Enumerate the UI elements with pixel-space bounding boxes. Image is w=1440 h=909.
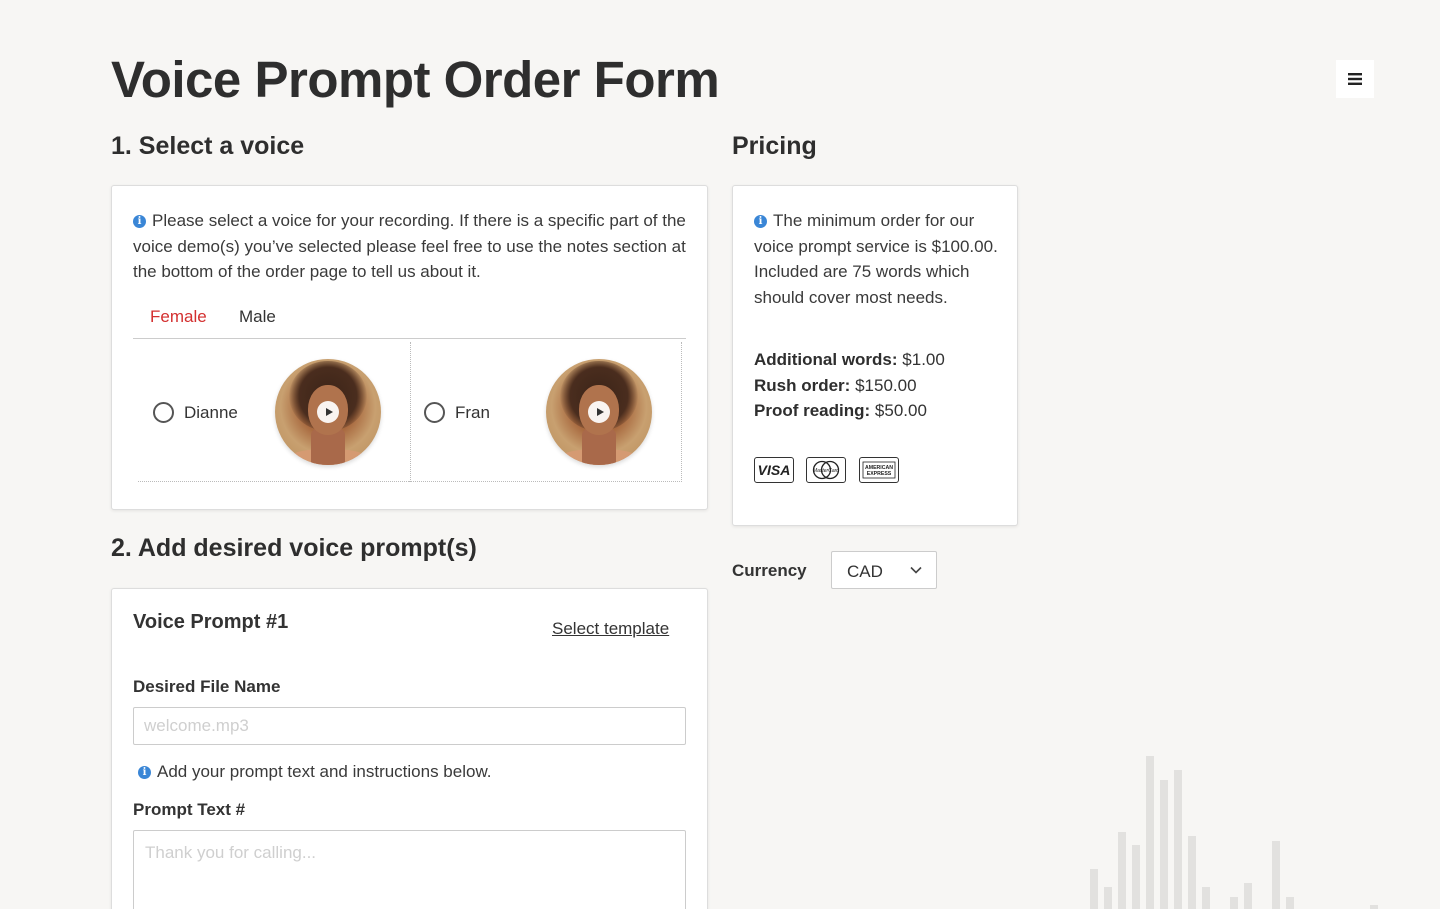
pricing-info-message: The minimum order for our voice prompt s… bbox=[754, 211, 998, 307]
file-name-input[interactable] bbox=[133, 707, 686, 745]
voice-radio-fran[interactable] bbox=[424, 402, 445, 423]
pricing-heading: Pricing bbox=[732, 132, 817, 160]
price-proof-reading: Proof reading: $50.00 bbox=[754, 401, 927, 420]
voice-name-dianne: Dianne bbox=[184, 403, 238, 422]
tab-female[interactable]: Female bbox=[150, 307, 207, 327]
voice-info-text: i Please select a voice for your recordin… bbox=[133, 208, 688, 285]
select-voice-card: i Please select a voice for your recordin… bbox=[111, 185, 708, 510]
page-title: Voice Prompt Order Form bbox=[111, 51, 720, 108]
waveform-decoration bbox=[1090, 756, 1378, 909]
chevron-down-icon bbox=[910, 566, 922, 574]
currency-label: Currency bbox=[732, 561, 807, 580]
pricing-info-text: i The minimum order for our voice prompt … bbox=[754, 208, 1004, 310]
american-express-icon: AMERICAN EXPRESS bbox=[859, 457, 899, 483]
voice-info-message: Please select a voice for your recording… bbox=[133, 211, 686, 281]
prompt-text-label: Prompt Text # bbox=[133, 800, 246, 819]
select-template-link[interactable]: Select template bbox=[552, 619, 669, 639]
info-icon: i bbox=[754, 215, 767, 228]
mastercard-icon: MasterCard bbox=[806, 457, 846, 483]
prompt-info-text: i Add your prompt text and instructions b… bbox=[138, 759, 492, 785]
tab-male[interactable]: Male bbox=[239, 307, 276, 327]
price-additional-words: Additional words: $1.00 bbox=[754, 350, 945, 369]
voice-option-fran[interactable]: Fran bbox=[409, 342, 682, 482]
pricing-lines: Additional words: $1.00 Rush order: $150… bbox=[754, 347, 945, 424]
visa-icon: VISA bbox=[754, 457, 794, 483]
prompt-text-input[interactable] bbox=[133, 830, 686, 909]
select-voice-heading: 1. Select a voice bbox=[111, 132, 305, 160]
pricing-card: i The minimum order for our voice prompt … bbox=[732, 185, 1018, 526]
currency-value: CAD bbox=[847, 562, 883, 581]
play-icon[interactable] bbox=[317, 401, 339, 423]
currency-select[interactable]: CAD bbox=[831, 551, 937, 589]
svg-text:MasterCard: MasterCard bbox=[813, 468, 839, 474]
prompt-info-message: Add your prompt text and instructions be… bbox=[157, 762, 492, 781]
menu-button[interactable] bbox=[1336, 60, 1374, 98]
gender-tabs: Female Male bbox=[133, 304, 686, 339]
price-rush-order: Rush order: $150.00 bbox=[754, 375, 917, 395]
voice-name-fran: Fran bbox=[455, 403, 490, 422]
file-name-label: Desired File Name bbox=[133, 677, 281, 696]
voice-prompt-title: Voice Prompt #1 bbox=[133, 611, 289, 633]
voice-option-dianne[interactable]: Dianne bbox=[138, 342, 411, 482]
svg-text:EXPRESS: EXPRESS bbox=[867, 471, 892, 477]
play-icon[interactable] bbox=[588, 401, 610, 423]
info-icon: i bbox=[138, 766, 151, 779]
voice-prompt-card: Voice Prompt #1 Select template Desired … bbox=[111, 588, 708, 909]
hamburger-menu-icon bbox=[1348, 73, 1362, 85]
add-prompts-heading: 2. Add desired voice prompt(s) bbox=[111, 534, 477, 562]
voice-demo-fran[interactable] bbox=[546, 359, 652, 465]
voice-demo-dianne[interactable] bbox=[275, 359, 381, 465]
info-icon: i bbox=[133, 215, 146, 228]
voice-radio-dianne[interactable] bbox=[153, 402, 174, 423]
